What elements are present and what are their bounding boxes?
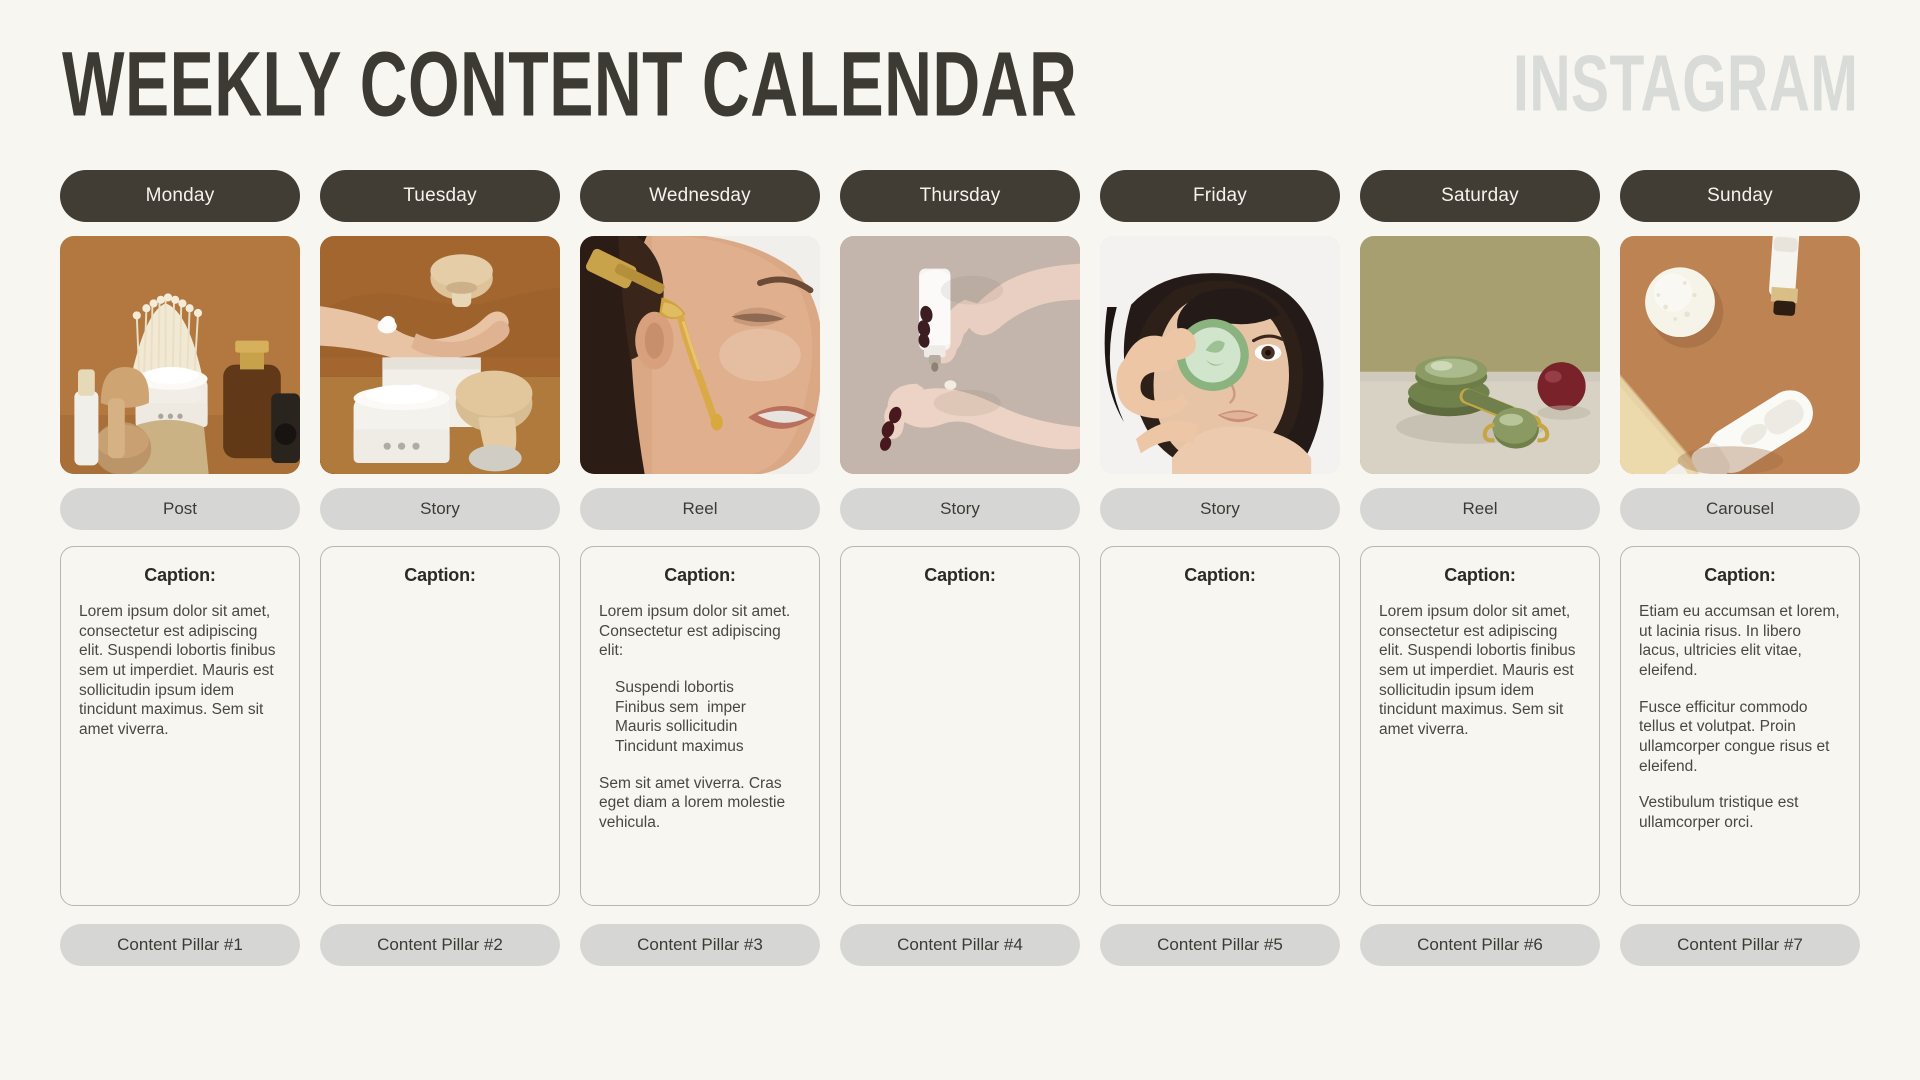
content-type-badge[interactable]: Reel [580,488,820,530]
content-type-badge[interactable]: Post [60,488,300,530]
caption-card[interactable]: Caption: [1100,546,1340,906]
day-header-sunday[interactable]: Sunday [1620,170,1860,222]
caption-paragraph: Etiam eu accumsan et lorem, ut lacinia r… [1639,603,1840,680]
day-header-monday[interactable]: Monday [60,170,300,222]
day-column-monday: Monday Post Caption: Lorem ipsum dolor s… [60,170,300,966]
caption-paragraph: Lorem ipsum dolor sit amet, consectetur … [79,603,276,739]
mushroom-skincare-still-life-image[interactable] [60,236,300,474]
day-header-saturday[interactable]: Saturday [1360,170,1600,222]
caption-heading: Caption: [144,565,216,585]
day-column-saturday: Saturday Reel Caption: Lorem ipsum dolor… [1360,170,1600,966]
day-header-thursday[interactable]: Thursday [840,170,1080,222]
caption-paragraph: Sem sit amet viverra. Cras eget diam a l… [599,774,786,832]
caption-card[interactable]: Caption: Lorem ipsum dolor sit amet, cons… [1360,546,1600,906]
caption-body[interactable]: Lorem ipsum dolor sit amet, consectetur … [79,602,281,740]
caption-heading: Caption: [924,565,996,585]
caption-paragraph: Fusce efficitur commodo tellus et volutp… [1639,698,1830,775]
page-header: WEEKLY CONTENT CALENDAR INSTAGRAM [60,0,1860,170]
content-type-badge[interactable]: Story [1100,488,1340,530]
content-pillar-badge[interactable]: Content Pillar #1 [60,924,300,966]
caption-list-item: Finibus sem imper [615,698,746,716]
caption-card[interactable]: Caption: Etiam eu accumsan et lorem, ut l… [1620,546,1860,906]
caption-list-item: Tincidunt maximus [615,738,744,756]
day-header-wednesday[interactable]: Wednesday [580,170,820,222]
day-column-tuesday: Tuesday Story Caption: Content Pillar #2 [320,170,560,966]
calendar-grid: Monday Post Caption: Lorem ipsum dolor s… [60,170,1860,966]
day-column-friday: Friday Story Caption: Content Pillar #5 [1100,170,1340,966]
content-pillar-badge[interactable]: Content Pillar #5 [1100,924,1340,966]
hand-cream-mushrooms-image[interactable] [320,236,560,474]
weekly-content-calendar-page: WEEKLY CONTENT CALENDAR INSTAGRAM Monday [0,0,1920,1080]
caption-paragraph: Vestibulum tristique est ullamcorper orc… [1639,794,1799,832]
content-type-badge[interactable]: Story [320,488,560,530]
caption-list-item: Suspendi lobortis [615,679,734,697]
model-holding-green-jar-image[interactable] [1100,236,1340,474]
bath-bomb-flatlay-image[interactable] [1620,236,1860,474]
content-pillar-badge[interactable]: Content Pillar #4 [840,924,1080,966]
content-pillar-badge[interactable]: Content Pillar #6 [1360,924,1600,966]
content-pillar-badge[interactable]: Content Pillar #2 [320,924,560,966]
caption-card[interactable]: Caption: Lorem ipsum dolor sit amet. Cons… [580,546,820,906]
caption-heading: Caption: [1704,565,1776,585]
day-column-sunday: Sunday Carousel Caption: Etiam eu accums… [1620,170,1860,966]
jade-roller-still-life-image[interactable] [1360,236,1600,474]
caption-heading: Caption: [664,565,736,585]
caption-body[interactable]: Lorem ipsum dolor sit amet. Consectetur … [599,602,801,833]
content-pillar-badge[interactable]: Content Pillar #3 [580,924,820,966]
caption-body[interactable]: Etiam eu accumsan et lorem, ut lacinia r… [1639,602,1841,833]
caption-heading: Caption: [1444,565,1516,585]
day-header-friday[interactable]: Friday [1100,170,1340,222]
caption-list-item: Mauris sollicitudin [615,718,738,736]
caption-card[interactable]: Caption: Lorem ipsum dolor sit amet, cons… [60,546,300,906]
caption-card[interactable]: Caption: [320,546,560,906]
caption-list: Suspendi lobortis Finibus sem imper Mauris… [599,678,801,757]
caption-paragraph: Lorem ipsum dolor sit amet, consectetur … [1379,603,1576,739]
content-type-badge[interactable]: Reel [1360,488,1600,530]
hands-cream-tube-image[interactable] [840,236,1080,474]
day-header-tuesday[interactable]: Tuesday [320,170,560,222]
day-column-wednesday: Wednesday Reel Caption: Lorem ipsum dolo… [580,170,820,966]
content-type-badge[interactable]: Carousel [1620,488,1860,530]
content-type-badge[interactable]: Story [840,488,1080,530]
caption-body[interactable]: Lorem ipsum dolor sit amet, consectetur … [1379,602,1581,740]
caption-heading: Caption: [404,565,476,585]
page-title: WEEKLY CONTENT CALENDAR [62,33,1078,137]
day-column-thursday: Thursday Story Caption: Content Pillar #… [840,170,1080,966]
face-serum-dropper-image[interactable] [580,236,820,474]
content-pillar-badge[interactable]: Content Pillar #7 [1620,924,1860,966]
caption-heading: Caption: [1184,565,1256,585]
caption-card[interactable]: Caption: [840,546,1080,906]
platform-label: INSTAGRAM [1512,40,1858,129]
caption-paragraph: Lorem ipsum dolor sit amet. Consectetur … [599,603,791,660]
